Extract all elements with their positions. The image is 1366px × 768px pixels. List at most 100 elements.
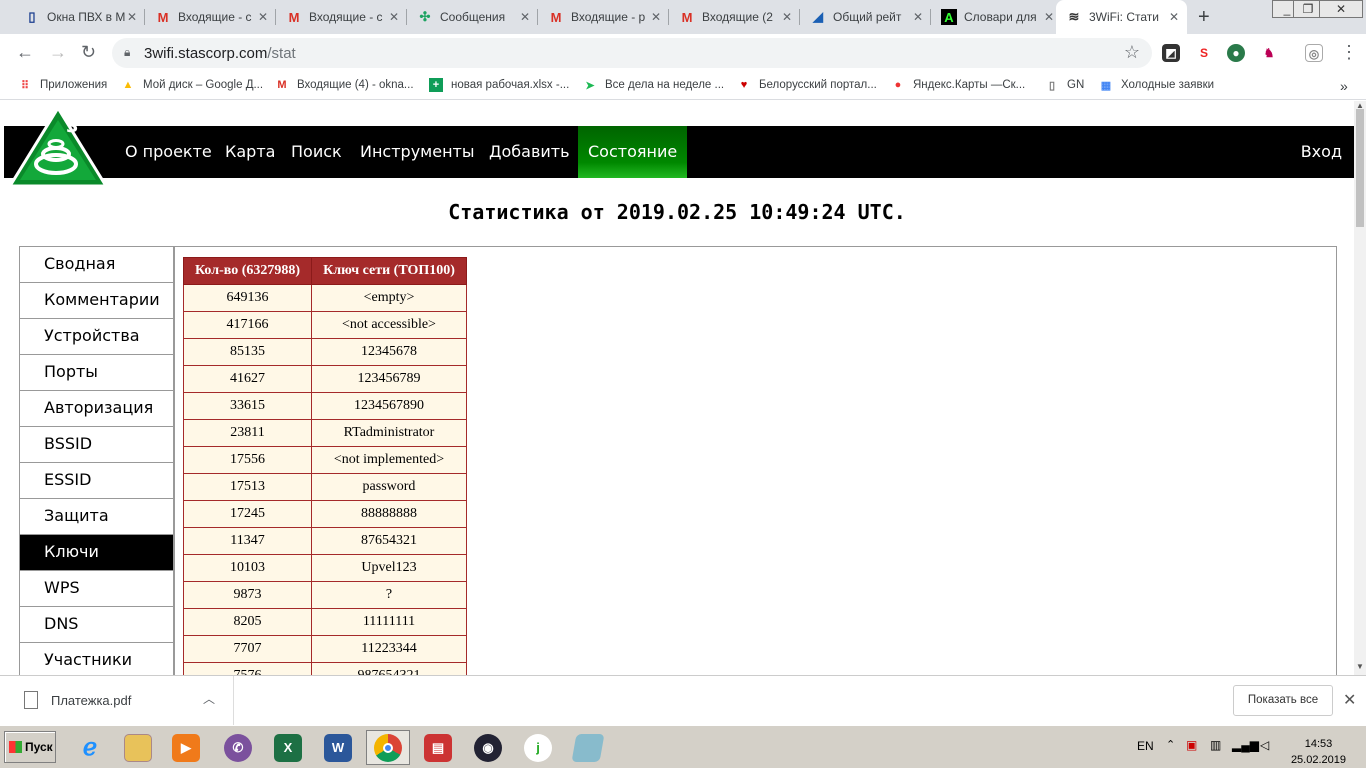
extension-search-icon[interactable]: ● xyxy=(1227,44,1245,62)
close-icon[interactable]: ✕ xyxy=(520,10,530,24)
clock[interactable]: 14:53 25.02.2019 xyxy=(1291,736,1346,768)
site-logo-icon[interactable]: 3 xyxy=(8,106,108,188)
internet-explorer-icon[interactable]: ℯ xyxy=(68,730,112,765)
archive-icon[interactable]: ▤ xyxy=(416,730,460,765)
close-icon[interactable]: ✕ xyxy=(913,10,923,24)
tab-7[interactable]: ◢ Общий рейт ✕ xyxy=(800,0,931,34)
key-cell: 12345678 xyxy=(311,338,467,366)
sidemenu-item-dns[interactable]: DNS xyxy=(20,607,174,643)
chevron-up-icon[interactable]: ︿ xyxy=(203,690,215,707)
close-icon[interactable]: ✕ xyxy=(1169,10,1179,24)
tab-4[interactable]: ✣ Сообщения ✕ xyxy=(407,0,538,34)
scrollbar-thumb[interactable] xyxy=(1356,109,1364,227)
key-cell: 11223344 xyxy=(311,635,467,663)
stats-sidemenu: Сводная Комментарии Устройства Порты Авт… xyxy=(20,247,174,675)
bookmark-cold-leads[interactable]: ▦ Холодные заявки xyxy=(1099,78,1214,92)
sidemenu-item-keys[interactable]: Ключи xyxy=(20,535,174,571)
back-icon[interactable]: ← xyxy=(16,42,34,63)
scroll-down-icon[interactable]: ▼ xyxy=(1356,662,1364,671)
sidemenu-item-bssid[interactable]: BSSID xyxy=(20,427,174,463)
more-bookmarks-icon[interactable]: » xyxy=(1340,78,1348,94)
bookmark-apps[interactable]: ⠿ Приложения xyxy=(18,78,107,92)
taskbar: Пуск ℯ ▶ ✆ X W ▤ ◉ j EN ⌃ ▣ ▥ ▂▄▆ ◁ 14:5… xyxy=(0,725,1366,768)
download-item[interactable]: Платежка.pdf ︿ xyxy=(0,676,234,726)
excel-icon[interactable]: X xyxy=(266,730,310,765)
table-row: 11347 87654321 xyxy=(183,527,467,555)
column-header-count[interactable]: Кол-во (6327988) xyxy=(183,257,312,285)
close-icon[interactable]: ✕ xyxy=(258,10,268,24)
bookmark-yandex-maps[interactable]: ● Яндекс.Карты —Ск... xyxy=(891,78,1026,92)
tab-8[interactable]: A Словари для ✕ xyxy=(931,0,1062,34)
close-icon[interactable]: ✕ xyxy=(651,10,661,24)
tab-2[interactable]: M Входящие - с ✕ xyxy=(145,0,276,34)
close-icon[interactable]: ✕ xyxy=(1044,10,1054,24)
nav-search[interactable]: Поиск xyxy=(281,126,352,178)
device-icon[interactable]: ▥ xyxy=(1210,738,1221,752)
new-tab-icon[interactable]: + xyxy=(1198,6,1210,29)
bookmark-star-icon[interactable]: ☆ xyxy=(1124,42,1140,63)
sidemenu-item-wps[interactable]: WPS xyxy=(20,571,174,607)
bookmark-gn[interactable]: ▯ GN xyxy=(1045,78,1084,92)
language-indicator[interactable]: EN xyxy=(1137,739,1154,753)
app-icon[interactable]: ◉ xyxy=(466,730,510,765)
tab-1[interactable]: ▯ Окна ПВХ в М ✕ xyxy=(14,0,145,34)
sidemenu-item-comments[interactable]: Комментарии xyxy=(20,283,174,319)
bookmark-google-drive[interactable]: ▲ Мой диск – Google Д... xyxy=(121,78,264,92)
sidemenu-item-summary[interactable]: Сводная xyxy=(20,247,174,283)
tab-5[interactable]: M Входящие - р ✕ xyxy=(538,0,669,34)
sidemenu-item-auth[interactable]: Авторизация xyxy=(20,391,174,427)
extension-badge-icon[interactable]: ♞ xyxy=(1260,44,1278,62)
column-header-key[interactable]: Ключ сети (ТОП100) xyxy=(311,257,467,285)
signal-icon[interactable]: ▂▄▆ xyxy=(1232,738,1259,752)
sidemenu-item-ports[interactable]: Порты xyxy=(20,355,174,391)
forward-icon[interactable]: → xyxy=(49,42,67,63)
tab-9-active[interactable]: ≋ 3WiFi: Стати ✕ xyxy=(1056,0,1187,34)
nav-status[interactable]: Состояние xyxy=(578,126,688,178)
close-icon[interactable]: ✕ xyxy=(1343,690,1356,710)
extension-s-icon[interactable]: S xyxy=(1195,44,1213,62)
tab-3[interactable]: M Входящие - с ✕ xyxy=(276,0,407,34)
nav-add[interactable]: Добавить xyxy=(479,126,580,178)
tray-expand-icon[interactable]: ⌃ xyxy=(1166,738,1175,751)
close-icon[interactable]: ✕ xyxy=(127,10,137,24)
network-error-icon[interactable]: ▣ xyxy=(1186,738,1197,752)
profile-icon[interactable]: ◎ xyxy=(1305,44,1323,62)
key-cell: password xyxy=(311,473,467,501)
window-close-icon[interactable]: ✕ xyxy=(1319,0,1363,18)
login-link[interactable]: Вход xyxy=(1301,126,1342,178)
page-title: Статистика от 2019.02.25 10:49:24 UTC. xyxy=(448,200,906,224)
word-icon[interactable]: W xyxy=(316,730,360,765)
media-player-icon[interactable]: ▶ xyxy=(164,730,208,765)
page-scrollbar[interactable]: ▲ ▼ xyxy=(1354,101,1366,675)
tab-label: Входящие (2 xyxy=(702,10,773,24)
nav-tools[interactable]: Инструменты xyxy=(350,126,485,178)
menu-icon[interactable]: ⋮ xyxy=(1340,42,1358,63)
tab-6[interactable]: M Входящие (2 ✕ xyxy=(669,0,800,34)
close-icon[interactable]: ✕ xyxy=(389,10,399,24)
nav-about[interactable]: О проекте xyxy=(115,126,222,178)
volume-icon[interactable]: ◁ xyxy=(1260,738,1269,752)
nav-map[interactable]: Карта xyxy=(215,126,285,178)
count-cell: 649136 xyxy=(183,284,312,312)
extension-icon[interactable]: ◩ xyxy=(1162,44,1180,62)
sidemenu-item-security[interactable]: Защита xyxy=(20,499,174,535)
start-button[interactable]: Пуск xyxy=(4,731,56,763)
site-nav: О проекте Карта Поиск Инструменты Добави… xyxy=(4,126,1354,178)
chrome-icon[interactable] xyxy=(366,730,410,765)
reload-icon[interactable]: ↻ xyxy=(81,42,96,63)
notepad-icon[interactable] xyxy=(566,730,610,765)
count-cell: 9873 xyxy=(183,581,312,609)
sidemenu-item-members[interactable]: Участники xyxy=(20,643,174,675)
sidemenu-item-essid[interactable]: ESSID xyxy=(20,463,174,499)
close-icon[interactable]: ✕ xyxy=(782,10,792,24)
jivo-icon[interactable]: j xyxy=(516,730,560,765)
bookmark-gmail[interactable]: M Входящие (4) - okna... xyxy=(275,78,413,92)
show-all-button[interactable]: Показать все xyxy=(1233,685,1333,716)
folder-icon[interactable] xyxy=(116,730,160,765)
bookmark-tasks[interactable]: ➤ Все дела на неделе ... xyxy=(583,78,724,92)
sidemenu-item-devices[interactable]: Устройства xyxy=(20,319,174,355)
bookmark-sheets[interactable]: + новая рабочая.xlsx -... xyxy=(429,78,569,92)
address-bar[interactable]: 🔒︎ 3wifi.stascorp.com/stat ☆ xyxy=(112,38,1152,68)
bookmark-portal[interactable]: ♥ Белорусский портал... xyxy=(737,78,877,92)
viber-icon[interactable]: ✆ xyxy=(216,730,260,765)
